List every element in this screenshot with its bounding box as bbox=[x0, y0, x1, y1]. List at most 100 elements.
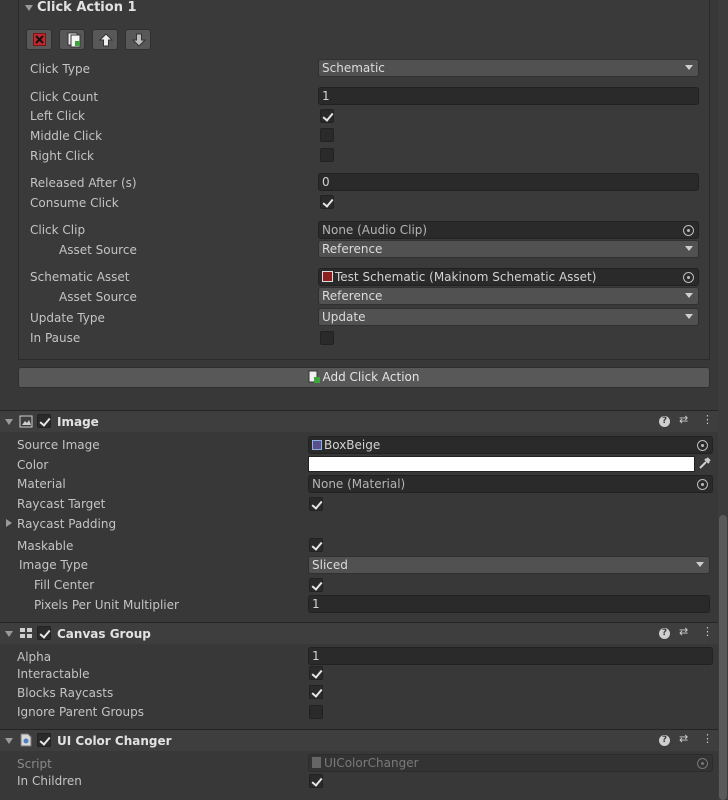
ui-color-changer-title: UI Color Changer bbox=[57, 734, 172, 748]
sprite-icon bbox=[312, 440, 322, 450]
color-swatch[interactable] bbox=[308, 456, 695, 472]
copy-button[interactable] bbox=[59, 29, 85, 50]
material-field[interactable]: None (Material) bbox=[308, 475, 713, 493]
remove-button[interactable] bbox=[26, 29, 52, 50]
raycast-target-checkbox[interactable] bbox=[309, 497, 323, 511]
fill-center-checkbox[interactable] bbox=[309, 578, 323, 592]
add-icon bbox=[308, 370, 321, 387]
click-type-dropdown[interactable]: Schematic bbox=[318, 59, 699, 77]
schematic-asset-value: Test Schematic (Makinom Schematic Asset) bbox=[335, 270, 597, 284]
right-click-checkbox[interactable] bbox=[320, 148, 334, 162]
image-component-icon bbox=[19, 415, 33, 431]
maskable-checkbox[interactable] bbox=[309, 538, 323, 552]
ppu-multiplier-field[interactable]: 1 bbox=[308, 595, 710, 613]
click-type-label: Click Type bbox=[30, 62, 90, 76]
foldout-arrow-icon[interactable] bbox=[6, 519, 12, 527]
consume-click-label: Consume Click bbox=[30, 196, 119, 210]
ui-color-changer-header[interactable]: UI Color Changer ? ⇄ ⋮ bbox=[0, 729, 728, 751]
scrollbar-thumb[interactable] bbox=[719, 515, 727, 800]
clip-asset-source-dropdown[interactable]: Reference bbox=[318, 240, 699, 258]
ignore-parent-groups-checkbox[interactable] bbox=[309, 705, 323, 719]
canvas-group-icon bbox=[19, 627, 33, 642]
in-pause-label: In Pause bbox=[30, 331, 81, 345]
object-picker-icon[interactable] bbox=[697, 440, 708, 451]
image-type-dropdown[interactable]: Sliced bbox=[308, 556, 710, 574]
schematic-asset-icon bbox=[322, 271, 333, 282]
dropdown-arrow-icon bbox=[696, 562, 704, 567]
inspector-scrollbar[interactable] bbox=[718, 0, 728, 800]
consume-click-checkbox[interactable] bbox=[320, 195, 334, 209]
click-clip-field[interactable]: None (Audio Clip) bbox=[318, 221, 699, 239]
remove-icon bbox=[33, 33, 46, 46]
source-image-field[interactable]: BoxBeige bbox=[308, 436, 713, 454]
preset-icon[interactable]: ⇄ bbox=[679, 732, 688, 745]
object-picker-icon[interactable] bbox=[683, 225, 694, 236]
image-component-header[interactable]: Image ? ⇄ ⋮ bbox=[0, 410, 728, 432]
help-icon[interactable]: ? bbox=[659, 735, 670, 746]
foldout-arrow-icon[interactable] bbox=[25, 5, 33, 11]
schematic-asset-source-dropdown[interactable]: Reference bbox=[318, 287, 699, 305]
dropdown-arrow-icon bbox=[685, 65, 693, 70]
ppu-multiplier-label: Pixels Per Unit Multiplier bbox=[34, 598, 179, 612]
click-type-value: Schematic bbox=[322, 61, 385, 75]
move-down-icon bbox=[131, 33, 147, 50]
preset-icon[interactable]: ⇄ bbox=[679, 625, 688, 638]
foldout-arrow-icon[interactable] bbox=[5, 419, 13, 425]
alpha-field[interactable]: 1 bbox=[308, 647, 713, 665]
preset-icon[interactable]: ⇄ bbox=[679, 413, 688, 426]
add-click-action-button[interactable]: Add Click Action bbox=[18, 367, 710, 388]
material-label: Material bbox=[17, 477, 66, 491]
raycast-target-label: Raycast Target bbox=[17, 497, 106, 511]
ui-color-changer-enabled-checkbox[interactable] bbox=[37, 733, 51, 747]
script-label: Script bbox=[17, 757, 52, 771]
schematic-asset-label: Schematic Asset bbox=[30, 270, 130, 284]
canvas-group-header[interactable]: Canvas Group ? ⇄ ⋮ bbox=[0, 622, 728, 644]
fill-center-label: Fill Center bbox=[34, 578, 95, 592]
kebab-menu-icon[interactable]: ⋮ bbox=[702, 625, 713, 638]
kebab-menu-icon[interactable]: ⋮ bbox=[702, 732, 713, 745]
move-down-button[interactable] bbox=[125, 29, 151, 50]
script-component-icon bbox=[19, 733, 33, 750]
interactable-checkbox[interactable] bbox=[309, 666, 323, 680]
image-type-label: Image Type bbox=[19, 558, 88, 572]
released-after-label: Released After (s) bbox=[30, 176, 137, 190]
help-icon[interactable]: ? bbox=[659, 416, 670, 427]
color-label: Color bbox=[17, 458, 49, 472]
middle-click-checkbox[interactable] bbox=[320, 128, 334, 142]
alpha-label: Alpha bbox=[17, 650, 52, 664]
source-image-value: BoxBeige bbox=[324, 438, 381, 452]
script-value: UIColorChanger bbox=[324, 756, 419, 770]
click-clip-label: Click Clip bbox=[30, 223, 86, 237]
in-pause-checkbox[interactable] bbox=[320, 331, 334, 345]
schematic-asset-field[interactable]: Test Schematic (Makinom Schematic Asset) bbox=[318, 268, 699, 286]
source-image-label: Source Image bbox=[17, 438, 100, 452]
canvas-group-enabled-checkbox[interactable] bbox=[37, 626, 51, 640]
image-enabled-checkbox[interactable] bbox=[37, 414, 51, 428]
eyedropper-icon[interactable] bbox=[698, 456, 712, 473]
click-clip-value: None (Audio Clip) bbox=[322, 223, 428, 237]
object-picker-icon[interactable] bbox=[697, 479, 708, 490]
update-type-dropdown[interactable]: Update bbox=[318, 308, 699, 326]
click-count-field[interactable]: 1 bbox=[318, 87, 699, 105]
schematic-asset-source-label: Asset Source bbox=[59, 290, 137, 304]
image-component-title: Image bbox=[57, 415, 99, 429]
foldout-arrow-icon[interactable] bbox=[5, 738, 13, 744]
copy-icon bbox=[67, 32, 81, 51]
clip-asset-source-label: Asset Source bbox=[59, 243, 137, 257]
dropdown-arrow-icon bbox=[685, 293, 693, 298]
kebab-menu-icon[interactable]: ⋮ bbox=[702, 413, 713, 426]
blocks-raycasts-checkbox[interactable] bbox=[309, 685, 323, 699]
click-action-title: Click Action 1 bbox=[37, 0, 137, 15]
move-up-button[interactable] bbox=[92, 29, 118, 50]
interactable-label: Interactable bbox=[17, 667, 90, 681]
material-value: None (Material) bbox=[312, 477, 406, 491]
left-click-checkbox[interactable] bbox=[320, 109, 334, 123]
object-picker-icon[interactable] bbox=[683, 272, 694, 283]
released-after-field[interactable]: 0 bbox=[318, 173, 699, 191]
in-children-checkbox[interactable] bbox=[309, 774, 323, 788]
update-type-value: Update bbox=[322, 310, 366, 324]
help-icon[interactable]: ? bbox=[659, 628, 670, 639]
foldout-arrow-icon[interactable] bbox=[5, 631, 13, 637]
raycast-padding-label[interactable]: Raycast Padding bbox=[17, 516, 116, 532]
middle-click-label: Middle Click bbox=[30, 129, 103, 143]
